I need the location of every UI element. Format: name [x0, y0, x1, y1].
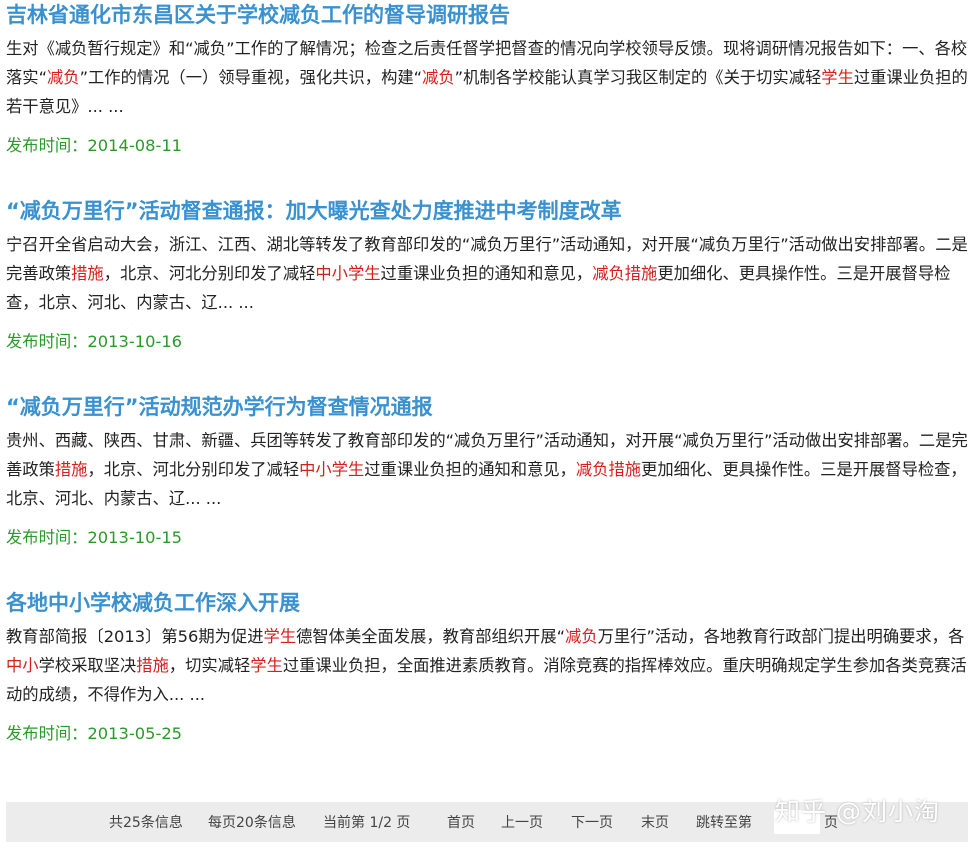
- result-title-link[interactable]: “减负万里行”活动规范办学行为督查情况通报: [6, 392, 972, 422]
- pagination-bar: 共25条信息 每页20条信息 当前第 1/2 页 首页 上一页 下一页 末页 跳…: [6, 802, 968, 842]
- publish-date-label: 发布时间：: [6, 332, 88, 351]
- result-snippet: 宁召开全省启动大会，浙江、江西、湖北等转发了教育部印发的“减负万里行”活动通知，…: [6, 230, 972, 317]
- publish-date-value: 2013-10-15: [87, 528, 183, 547]
- publish-date: 发布时间：2014-08-11: [6, 134, 972, 158]
- snippet-highlight: 中小: [6, 656, 39, 675]
- result-title-link[interactable]: “减负万里行”活动督查通报：加大曝光查处力度推进中考制度改革: [6, 196, 972, 226]
- snippet-text: 学校采取坚决: [38, 656, 137, 675]
- publish-date-label: 发布时间：: [6, 528, 88, 547]
- snippet-text: 过重课业负担的通知和意见，: [364, 460, 576, 479]
- jump-label: 跳转至第: [696, 815, 752, 831]
- next-page-link[interactable]: 下一页: [571, 813, 613, 833]
- snippet-highlight: 措施: [136, 656, 169, 675]
- snippet-text: ”工作的情况（一）领导重视，强化共识，构建“: [79, 68, 423, 87]
- snippet-highlight: 中小学生: [299, 460, 365, 479]
- publish-date-value: 2013-05-25: [87, 724, 183, 743]
- snippet-highlight: 减负: [47, 68, 80, 87]
- snippet-highlight: 学生: [263, 627, 297, 646]
- snippet-text: ，北京、河北分别印发了减轻: [87, 460, 300, 479]
- current-page-indicator: 当前第 1/2 页: [323, 815, 411, 831]
- first-page-link[interactable]: 首页: [447, 813, 475, 833]
- prev-page-link[interactable]: 上一页: [501, 813, 543, 833]
- snippet-highlight: 减负: [565, 627, 598, 646]
- result-snippet: 教育部简报〔2013〕第56期为促进学生德智体美全面发展，教育部组织开展“减负万…: [6, 622, 972, 709]
- result-title-link[interactable]: 吉林省通化市东昌区关于学校减负工作的督导调研报告: [6, 0, 972, 30]
- search-result-item: “减负万里行”活动督查通报：加大曝光查处力度推进中考制度改革宁召开全省启动大会，…: [6, 196, 972, 354]
- snippet-highlight: 减负措施: [575, 460, 642, 479]
- publish-date: 发布时间：2013-10-16: [6, 330, 972, 354]
- snippet-text: 过重课业负担的通知和意见，: [380, 264, 593, 283]
- snippet-highlight: 减负: [422, 68, 455, 87]
- publish-date-label: 发布时间：: [6, 136, 88, 155]
- snippet-highlight: 中小学生: [315, 264, 381, 283]
- publish-date-label: 发布时间：: [6, 724, 88, 743]
- snippet-text: ，切实减轻: [168, 656, 251, 675]
- jump-page-input[interactable]: [774, 810, 820, 834]
- snippet-highlight: 措施: [54, 460, 88, 479]
- search-result-item: 各地中小学校减负工作深入开展 教育部简报〔2013〕第56期为促进学生德智体美全面…: [6, 588, 972, 746]
- snippet-text: ，北京、河北分别印发了减轻: [103, 264, 316, 283]
- search-result-item: 吉林省通化市东昌区关于学校减负工作的督导调研报告生对《减负暂行规定》和“减负”工…: [6, 0, 972, 158]
- snippet-text: ”机制各学校能认真学习我区制定的《关于切实减轻: [454, 68, 822, 87]
- result-snippet: 生对《减负暂行规定》和“减负”工作的了解情况；检查之后责任督学把督查的情况向学校…: [6, 34, 972, 121]
- publish-date-value: 2014-08-11: [87, 136, 183, 155]
- total-count: 共25条信息: [109, 815, 183, 831]
- result-title-link[interactable]: 各地中小学校减负工作深入开展: [6, 588, 972, 618]
- snippet-highlight: 措施: [71, 264, 104, 283]
- page-unit-label: 页: [824, 815, 838, 831]
- result-snippet: 贵州、西藏、陕西、甘肃、新疆、兵团等转发了教育部印发的“减负万里行”活动通知，对…: [6, 426, 972, 513]
- snippet-highlight: 减负措施: [592, 264, 658, 283]
- per-page-count: 每页20条信息: [208, 815, 296, 831]
- snippet-text: 德智体美全面发展，教育部组织开展“: [296, 627, 566, 646]
- publish-date: 发布时间：2013-10-15: [6, 526, 972, 550]
- snippet-text: 万里行”活动，各地教育行政部门提出明确要求，各: [597, 627, 965, 646]
- publish-date-value: 2013-10-16: [87, 332, 183, 351]
- snippet-text: 教育部简报〔2013〕第56期为促进: [6, 627, 264, 646]
- snippet-highlight: 学生: [821, 68, 854, 87]
- publish-date: 发布时间：2013-05-25: [6, 722, 972, 746]
- snippet-highlight: 学生: [250, 656, 283, 675]
- last-page-link[interactable]: 末页: [641, 813, 669, 833]
- search-result-item: “减负万里行”活动规范办学行为督查情况通报贵州、西藏、陕西、甘肃、新疆、兵团等转…: [6, 392, 972, 550]
